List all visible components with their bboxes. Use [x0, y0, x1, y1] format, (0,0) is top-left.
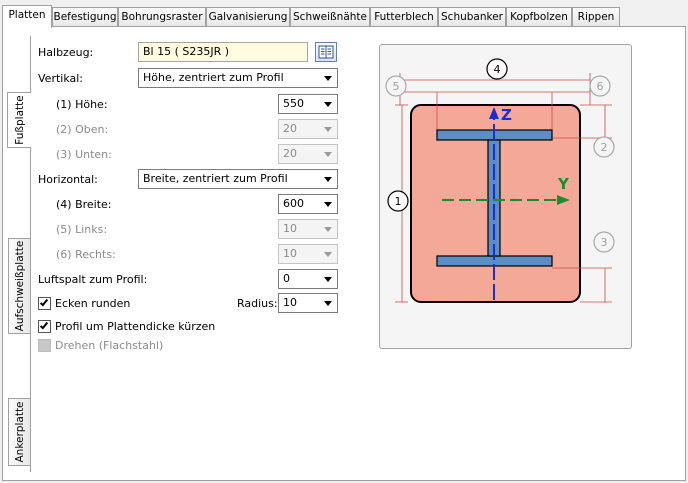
- radius-select[interactable]: 10: [278, 293, 338, 313]
- oben-value: 20: [283, 122, 297, 135]
- unten-label: (3) Unten:: [56, 148, 112, 161]
- marker-5: 5: [393, 80, 400, 93]
- hoehe-select[interactable]: 550: [278, 94, 338, 114]
- marker-6: 6: [597, 80, 604, 93]
- unten-value: 20: [283, 147, 297, 160]
- tab-schubanker[interactable]: Schubanker: [438, 7, 506, 26]
- chevron-down-icon: [324, 127, 332, 132]
- rechts-label: (6) Rechts:: [56, 248, 116, 261]
- checkmark-icon: [39, 297, 49, 307]
- hoehe-label: (1) Höhe:: [56, 98, 108, 111]
- axis-z-label: Z: [501, 106, 512, 124]
- tab-befestigung[interactable]: Befestigung: [52, 7, 118, 26]
- horizontal-select[interactable]: Breite, zentriert zum Profil: [138, 169, 338, 189]
- marker-3: 3: [601, 236, 608, 249]
- marker-4: 4: [494, 63, 501, 76]
- vertikal-label: Vertikal:: [38, 72, 84, 85]
- hoehe-value: 550: [283, 97, 304, 110]
- chevron-down-icon: [324, 252, 332, 257]
- plate-preview: Z Y 1 2 3 4 5 6: [379, 44, 632, 349]
- links-value: 10: [283, 222, 297, 235]
- tab-platten[interactable]: Platten: [2, 5, 52, 28]
- plate-diagram: Z Y 1 2 3 4 5 6: [385, 58, 615, 303]
- side-tab-fussplatte[interactable]: Fußplatte: [7, 92, 31, 148]
- tab-futterblech[interactable]: Futterblech: [370, 7, 438, 26]
- chevron-down-icon: [324, 102, 332, 107]
- tab-galvanisierung[interactable]: Galvanisierung: [206, 7, 290, 26]
- catalog-icon: [318, 45, 334, 59]
- checkmark-icon: [39, 320, 49, 330]
- chevron-down-icon: [324, 76, 332, 81]
- drehen-label: Drehen (Flachstahl): [55, 339, 164, 352]
- side-tab-aufschweissplatte[interactable]: Aufschweißplatte: [8, 238, 30, 334]
- side-tab-ankerplatte[interactable]: Ankerplatte: [8, 398, 30, 466]
- side-tab-label: Aufschweißplatte: [13, 240, 26, 332]
- axis-y-label: Y: [557, 175, 570, 193]
- chevron-down-icon: [324, 152, 332, 157]
- links-select[interactable]: 10: [278, 219, 338, 239]
- profil-kuerzen-label: Profil um Plattendicke kürzen: [55, 320, 216, 333]
- halbzeug-label: Halbzeug:: [38, 46, 94, 59]
- rechts-value: 10: [283, 247, 297, 260]
- horizontal-label: Horizontal:: [38, 173, 98, 186]
- oben-label: (2) Oben:: [56, 123, 109, 136]
- breite-value: 600: [283, 197, 304, 210]
- tab-schweissnaehte[interactable]: Schweißnähte: [290, 7, 370, 26]
- unten-select[interactable]: 20: [278, 144, 338, 164]
- horizontal-value: Breite, zentriert zum Profil: [143, 172, 288, 185]
- ecken-runden-label: Ecken runden: [55, 297, 131, 310]
- breite-select[interactable]: 600: [278, 194, 338, 214]
- chevron-down-icon: [324, 202, 332, 207]
- profil-kuerzen-checkbox[interactable]: [38, 320, 51, 333]
- side-tab-label: Fußplatte: [13, 95, 26, 145]
- tab-kopfbolzen[interactable]: Kopfbolzen: [506, 7, 572, 26]
- marker-2: 2: [601, 141, 608, 154]
- radius-value: 10: [283, 296, 297, 309]
- luftspalt-value: 0: [283, 272, 290, 285]
- vertikal-select[interactable]: Höhe, zentriert zum Profil: [138, 68, 338, 88]
- chevron-down-icon: [324, 177, 332, 182]
- luftspalt-label: Luftspalt zum Profil:: [38, 273, 148, 286]
- top-tab-bar: Platten Befestigung Bohrungsraster Galva…: [2, 5, 686, 28]
- rechts-select[interactable]: 10: [278, 244, 338, 264]
- halbzeug-field[interactable]: Bl 15 ( S235JR ): [138, 42, 308, 62]
- marker-1: 1: [395, 195, 402, 208]
- side-tab-label: Ankerplatte: [13, 401, 26, 463]
- radius-label: Radius:: [237, 297, 278, 310]
- drehen-checkbox[interactable]: [38, 339, 51, 352]
- tab-rippen[interactable]: Rippen: [572, 7, 620, 26]
- chevron-down-icon: [324, 277, 332, 282]
- vertikal-value: Höhe, zentriert zum Profil: [143, 71, 284, 84]
- oben-select[interactable]: 20: [278, 119, 338, 139]
- ecken-runden-checkbox[interactable]: [38, 297, 51, 310]
- breite-label: (4) Breite:: [56, 198, 112, 211]
- chevron-down-icon: [324, 227, 332, 232]
- tab-bohrungsraster[interactable]: Bohrungsraster: [118, 7, 206, 26]
- catalog-button[interactable]: [315, 42, 337, 62]
- chevron-down-icon: [324, 301, 332, 306]
- links-label: (5) Links:: [56, 223, 108, 236]
- luftspalt-select[interactable]: 0: [278, 269, 338, 289]
